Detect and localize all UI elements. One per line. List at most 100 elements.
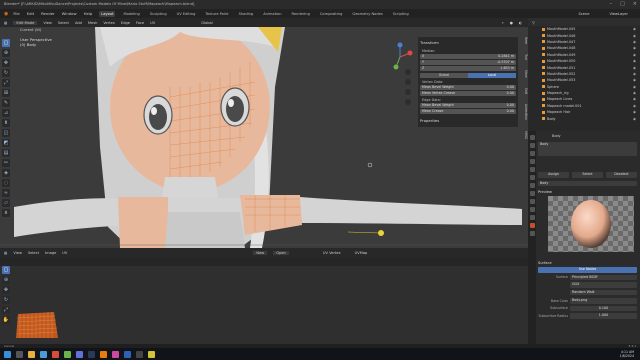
menu-face[interactable]: Face — [136, 21, 144, 25]
navigation-gizmo[interactable] — [384, 41, 416, 73]
menu-window[interactable]: Window — [62, 11, 77, 16]
physics-tab-icon[interactable] — [529, 199, 535, 204]
uv-open-button[interactable]: Open — [273, 250, 289, 255]
uv-editor-type-icon[interactable]: ▦ — [4, 251, 7, 255]
visibility-eye-icon[interactable]: ◉ — [633, 40, 636, 44]
transform-header[interactable]: Transform — [420, 39, 516, 47]
mean-edge-bevel-field[interactable]: Mean Bevel Weight 0.00 — [420, 103, 516, 108]
poly-build-icon[interactable]: ◈ — [2, 169, 10, 177]
scale-icon[interactable]: ⤢ — [2, 79, 10, 87]
mean-bevel-weight-field[interactable]: Mean Bevel Weight 0.00 — [420, 85, 516, 90]
base-color-field[interactable]: Body.png — [570, 298, 637, 304]
workspace-tab-rendering[interactable]: Rendering — [290, 11, 312, 17]
menu-file[interactable]: File — [13, 11, 19, 16]
cursor-icon[interactable]: ⊕ — [2, 49, 10, 57]
tab-animation[interactable]: Animation — [520, 104, 528, 120]
workspace-tab-layout[interactable]: Layout — [99, 10, 116, 17]
pan-icon[interactable] — [405, 79, 411, 85]
subsurface-radius-field[interactable]: 1.000 — [570, 313, 637, 319]
object-tab-icon[interactable] — [529, 183, 535, 188]
zoom-icon[interactable] — [405, 69, 411, 75]
menu-edit[interactable]: Edit — [27, 11, 34, 16]
uv-new-button[interactable]: New — [253, 250, 268, 255]
obs-icon[interactable] — [136, 350, 143, 358]
workspace-tab-modeling[interactable]: Modeling — [121, 11, 141, 17]
data-tab-icon[interactable] — [529, 215, 535, 220]
camera-view-icon[interactable] — [405, 89, 411, 95]
blender-taskbar-icon[interactable] — [100, 350, 107, 358]
workspace-tab-sculpting[interactable]: Sculpting — [148, 11, 169, 17]
minimize-icon[interactable]: – — [610, 1, 613, 7]
outliner-row[interactable]: Body ◉ — [528, 115, 640, 121]
shading-material-icon[interactable]: ◐ — [519, 21, 522, 25]
close-icon[interactable]: × — [633, 1, 637, 7]
mode-selector[interactable]: Edit Mode — [13, 20, 38, 25]
visibility-eye-icon[interactable]: ◉ — [633, 97, 636, 101]
visibility-eye-icon[interactable]: ◉ — [633, 104, 636, 108]
3d-viewport[interactable]: ▢ ⊕ ✥ ↻ ⤢ ⊞ ✎ ⊿ ⬆ ◫ ◩ ▤ ✂ ◈ ◌ ≈ ▱ ⋔ User… — [0, 27, 528, 248]
perspective-toggle-icon[interactable] — [405, 99, 411, 105]
modifier-tab-icon[interactable] — [529, 191, 535, 196]
outliner-filter-icon[interactable]: ⚲ — [532, 20, 535, 25]
view-layer-tab-icon[interactable] — [529, 159, 535, 164]
clock[interactable]: 4:11 AM 1/6/2024 — [620, 350, 634, 358]
visibility-eye-icon[interactable]: ◉ — [633, 110, 636, 114]
uv-move-icon[interactable]: ✥ — [2, 286, 10, 294]
scene-tab-icon[interactable] — [529, 167, 535, 172]
menu-add[interactable]: Add — [75, 21, 82, 25]
visibility-eye-icon[interactable]: ◉ — [633, 59, 636, 63]
visibility-eye-icon[interactable]: ◉ — [633, 78, 636, 82]
shear-icon[interactable]: ▱ — [2, 199, 10, 207]
menu-uv[interactable]: UV — [150, 21, 155, 25]
visibility-eye-icon[interactable]: ◉ — [633, 85, 636, 89]
mean-vertex-crease-field[interactable]: Mean Vertex Crease 0.00 — [420, 91, 516, 96]
inset-icon[interactable]: ◫ — [2, 129, 10, 137]
material-slot[interactable]: Body — [538, 142, 637, 156]
uv-menu-image[interactable]: Image — [45, 251, 56, 255]
visibility-eye-icon[interactable]: ◉ — [633, 27, 636, 31]
select-box-icon[interactable]: ▢ — [2, 39, 10, 47]
scene-selector[interactable]: Scene — [578, 12, 589, 16]
local-toggle[interactable]: Local — [468, 73, 516, 78]
visibility-eye-icon[interactable]: ◉ — [633, 66, 636, 70]
mmd-icon[interactable] — [148, 350, 155, 358]
annotate-icon[interactable]: ✎ — [2, 99, 10, 107]
blender-logo-icon[interactable]: ◉ — [4, 11, 8, 17]
view-layer-selector[interactable]: ViewLayer — [609, 12, 628, 16]
start-icon[interactable] — [4, 350, 11, 358]
search-icon[interactable] — [16, 350, 23, 358]
workspace-tab-texture-paint[interactable]: Texture Paint — [203, 11, 230, 17]
visibility-eye-icon[interactable]: ◉ — [633, 72, 636, 76]
global-toggle[interactable]: Global — [420, 73, 468, 78]
paint-icon[interactable] — [112, 350, 119, 358]
uv-vertex-toggle[interactable]: UV Vertex — [323, 251, 341, 255]
material-tab-icon[interactable] — [529, 223, 535, 228]
surface-header[interactable]: Surface — [538, 261, 637, 265]
uv-editor-canvas[interactable]: ▢ ⊕ ✥ ↻ ⤢ ✋ — [0, 266, 528, 344]
visibility-eye-icon[interactable]: ◉ — [633, 46, 636, 50]
uv-map-selector[interactable]: UVMap — [355, 251, 368, 255]
menu-vertex[interactable]: Vertex — [103, 21, 115, 25]
rip-icon[interactable]: ⋔ — [2, 209, 10, 217]
select-button[interactable]: Select — [572, 172, 603, 178]
uv-menu-view[interactable]: View — [13, 251, 22, 255]
median-x-field[interactable]: X 0.2841 m — [420, 54, 516, 59]
median-y-field[interactable]: Y -0.5707 m — [420, 60, 516, 65]
loop-cut-icon[interactable]: ▤ — [2, 149, 10, 157]
smooth-icon[interactable]: ≈ — [2, 189, 10, 197]
preview-header[interactable]: Preview — [538, 190, 637, 194]
snap-icon[interactable]: ⌖ — [502, 21, 504, 25]
measure-icon[interactable]: ⊿ — [2, 109, 10, 117]
uv-cursor-icon[interactable]: ⊕ — [2, 276, 10, 284]
spin-icon[interactable]: ◌ — [2, 179, 10, 187]
world-tab-icon[interactable] — [529, 175, 535, 180]
maximize-icon[interactable]: □ — [620, 1, 625, 7]
menu-render[interactable]: Render — [41, 11, 55, 16]
distribution-selector[interactable]: GGX — [570, 282, 637, 288]
chrome-icon[interactable] — [52, 350, 59, 358]
constraints-tab-icon[interactable] — [529, 207, 535, 212]
editor-type-icon[interactable]: ▦ — [4, 21, 7, 25]
shading-solid-icon[interactable]: ● — [510, 21, 513, 25]
visibility-eye-icon[interactable]: ◉ — [633, 91, 636, 95]
surface-shader-field[interactable]: Principled BSDF — [570, 274, 637, 280]
